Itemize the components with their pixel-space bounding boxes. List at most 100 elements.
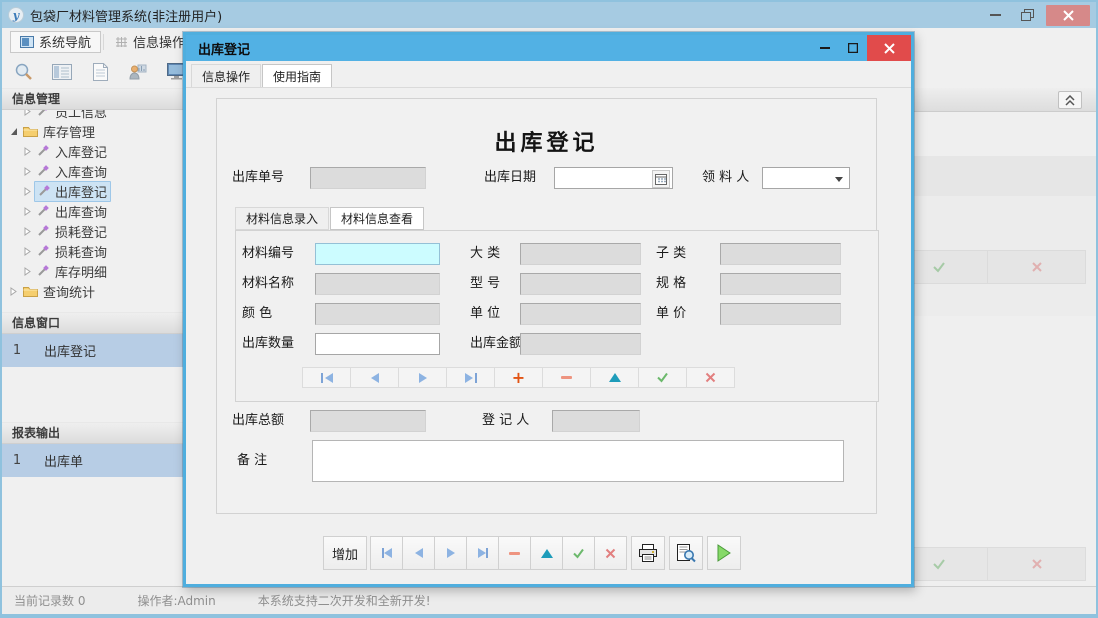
registrar-field[interactable]	[552, 410, 640, 432]
search-tool-button[interactable]	[10, 59, 38, 85]
spec-label: 规 格	[656, 276, 687, 291]
restore-button[interactable]	[1014, 5, 1040, 25]
dialog-close-button[interactable]	[867, 35, 911, 61]
collapse-panel-button[interactable]	[1058, 91, 1082, 109]
material-name-field[interactable]	[315, 273, 440, 295]
price-label: 单 价	[656, 306, 687, 321]
nav-next-button[interactable]	[434, 536, 467, 570]
total-field[interactable]	[310, 410, 426, 432]
dialog-minimize-button[interactable]	[811, 35, 839, 61]
double-chevron-up-icon	[1065, 94, 1075, 106]
nav-cancel-button[interactable]	[594, 536, 627, 570]
tree-item-label: 员工信息	[55, 110, 108, 121]
tree-folder-inventory[interactable]: 库存管理	[2, 121, 185, 141]
background-cancel-button[interactable]	[987, 250, 1086, 284]
material-code-field[interactable]	[315, 243, 440, 265]
qty-field[interactable]	[315, 333, 440, 355]
dialog-bottom-toolbar: 增加	[323, 536, 741, 570]
dialog-tab-guide[interactable]: 使用指南	[262, 64, 333, 87]
price-field[interactable]	[720, 303, 841, 325]
expander-icon	[10, 286, 17, 296]
tree-item-outbound-query[interactable]: 出库查询	[2, 201, 185, 221]
preview-button[interactable]	[669, 536, 703, 570]
dialog-tab-operation[interactable]: 信息操作	[191, 64, 262, 87]
grid-icon	[116, 36, 128, 47]
nav-delete-button[interactable]	[542, 367, 591, 388]
tree-selection-highlight: 出库登记	[34, 180, 112, 202]
application-window: y 包袋厂材料管理系统(非注册用户) 系统导航 信息操作 信息管理 员工信息 库…	[0, 0, 1098, 618]
material-tab-view[interactable]: 材料信息查看	[330, 207, 425, 230]
nav-cancel-button[interactable]	[686, 367, 735, 388]
tree-item-loss-register[interactable]: 损耗登记	[2, 221, 185, 241]
minimize-icon	[989, 14, 1001, 16]
prev-icon	[370, 372, 379, 383]
picker-label: 领 料 人	[702, 170, 750, 185]
nav-post-button[interactable]	[562, 536, 595, 570]
picker-combobox[interactable]	[762, 167, 850, 189]
background-cancel-button[interactable]	[987, 547, 1086, 581]
tree-item-inbound-register[interactable]: 入库登记	[2, 141, 185, 161]
remark-label: 备 注	[237, 453, 268, 468]
category-label: 大 类	[470, 246, 501, 261]
subcategory-field[interactable]	[720, 243, 841, 265]
date-picker-button[interactable]	[652, 170, 670, 188]
close-icon	[883, 42, 895, 54]
close-button[interactable]	[1046, 4, 1090, 26]
print-button[interactable]	[631, 536, 665, 570]
color-field[interactable]	[315, 303, 440, 325]
tree-item-employee-info[interactable]: 员工信息	[2, 110, 185, 121]
model-field[interactable]	[520, 273, 641, 295]
tree-item-loss-query[interactable]: 损耗查询	[2, 241, 185, 261]
material-tab-entry[interactable]: 材料信息录入	[235, 207, 330, 230]
document-tool-button[interactable]	[86, 59, 114, 85]
minus-icon	[509, 551, 520, 555]
minimize-button[interactable]	[982, 5, 1008, 25]
module-icon	[38, 145, 49, 156]
spec-field[interactable]	[720, 273, 841, 295]
nav-prev-button[interactable]	[350, 367, 399, 388]
tree-item-inbound-query[interactable]: 入库查询	[2, 161, 185, 181]
tab-info-operation[interactable]: 信息操作	[106, 31, 194, 53]
tree-item-stock-detail[interactable]: 库存明细	[2, 261, 185, 281]
amount-field[interactable]	[520, 333, 641, 355]
tree-folder-query-stats[interactable]: 查询统计	[2, 281, 185, 301]
nav-insert-button[interactable]: +	[494, 367, 543, 388]
run-button[interactable]	[707, 536, 741, 570]
nav-last-button[interactable]	[446, 367, 495, 388]
nav-edit-button[interactable]	[590, 367, 639, 388]
total-label: 出库总额	[232, 413, 285, 428]
status-record-count: 当前记录数 0	[14, 594, 86, 608]
category-field[interactable]	[520, 243, 641, 265]
unit-field[interactable]	[520, 303, 641, 325]
tree-item-outbound-register[interactable]: 出库登记	[2, 180, 185, 202]
triangle-up-icon	[608, 373, 621, 382]
nav-post-button[interactable]	[638, 367, 687, 388]
date-field[interactable]	[554, 167, 673, 189]
nav-last-button[interactable]	[466, 536, 499, 570]
background-confirm-row	[889, 250, 1086, 284]
nav-prev-button[interactable]	[402, 536, 435, 570]
module-icon	[38, 265, 49, 276]
printer-icon	[639, 543, 657, 562]
play-icon	[717, 544, 731, 562]
folder-icon	[23, 287, 38, 297]
dialog-maximize-button[interactable]	[839, 35, 867, 61]
remark-textarea[interactable]	[312, 440, 844, 482]
nav-edit-button[interactable]	[530, 536, 563, 570]
expander-icon	[24, 110, 31, 116]
report-output-item[interactable]: 1 出库单	[2, 444, 185, 477]
nav-delete-button[interactable]	[498, 536, 531, 570]
add-button[interactable]: 增加	[323, 536, 367, 570]
registrar-label: 登 记 人	[482, 413, 530, 428]
nav-first-button[interactable]	[370, 536, 403, 570]
tab-system-navigation[interactable]: 系统导航	[10, 30, 102, 53]
form-tool-button[interactable]	[48, 59, 76, 85]
tab-system-navigation-label: 系统导航	[39, 36, 92, 51]
tree-item-label: 查询统计	[43, 285, 96, 301]
next-icon	[418, 372, 427, 383]
nav-next-button[interactable]	[398, 367, 447, 388]
nav-first-button[interactable]	[302, 367, 351, 388]
info-window-item[interactable]: 1 出库登记	[2, 334, 185, 367]
order-no-field[interactable]	[310, 167, 426, 189]
user-tool-button[interactable]	[124, 59, 152, 85]
